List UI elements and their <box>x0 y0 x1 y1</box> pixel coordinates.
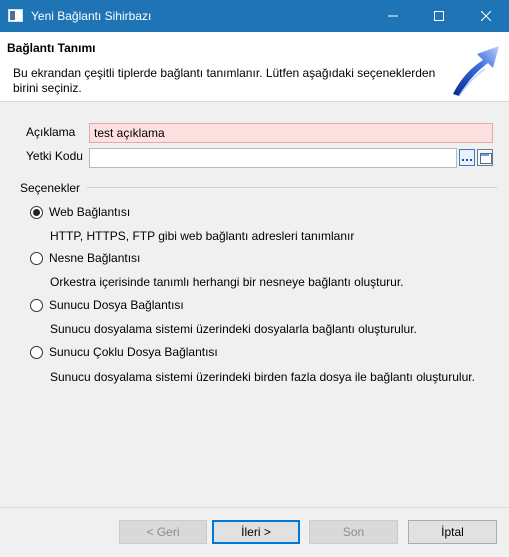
description-label: Açıklama <box>26 125 76 139</box>
cancel-button[interactable]: İptal <box>408 520 497 544</box>
option-description: HTTP, HTTPS, FTP gibi web bağlantı adres… <box>50 229 355 243</box>
radio-server-file-connection[interactable] <box>30 298 43 312</box>
next-button[interactable]: İleri > <box>212 520 300 544</box>
options-group-title: Seçenekler <box>20 181 81 195</box>
description-input[interactable] <box>89 123 493 143</box>
option-label: Sunucu Dosya Bağlantısı <box>49 298 184 312</box>
wizard-arrow-icon <box>453 46 499 97</box>
auth-code-input[interactable] <box>89 148 457 168</box>
wizard-header: Bağlantı Tanımı Bu ekrandan çeşitli tipl… <box>0 32 509 102</box>
option-label: Web Bağlantısı <box>49 205 131 219</box>
option-object-connection[interactable]: Nesne Bağlantısı <box>30 251 140 265</box>
auth-code-label: Yetki Kodu <box>26 149 83 163</box>
options-group-divider <box>87 187 497 188</box>
maximize-button[interactable] <box>416 0 462 32</box>
option-description: Sunucu dosyalama sistemi üzerindeki bird… <box>50 370 475 384</box>
back-button[interactable]: < Geri <box>119 520 207 544</box>
close-button[interactable] <box>463 0 509 32</box>
close-icon <box>481 11 491 21</box>
option-label: Sunucu Çoklu Dosya Bağlantısı <box>49 345 218 359</box>
title-bar: Yeni Bağlantı Sihirbazı <box>0 0 509 32</box>
option-description: Orkestra içerisinde tanımlı herhangi bir… <box>50 275 404 289</box>
page-title: Bağlantı Tanımı <box>7 41 96 55</box>
page-description: Bu ekrandan çeşitli tiplerde bağlantı ta… <box>13 66 436 95</box>
browse-button[interactable] <box>459 149 475 166</box>
maximize-icon <box>434 11 444 21</box>
finish-button[interactable]: Son <box>309 520 398 544</box>
radio-object-connection[interactable] <box>30 251 43 265</box>
option-server-multi-file-connection[interactable]: Sunucu Çoklu Dosya Bağlantısı <box>30 345 218 359</box>
option-web-connection[interactable]: Web Bağlantısı <box>30 205 130 219</box>
option-server-file-connection[interactable]: Sunucu Dosya Bağlantısı <box>30 298 184 312</box>
option-label: Nesne Bağlantısı <box>49 251 141 265</box>
minimize-icon <box>388 15 398 17</box>
footer-divider <box>0 507 509 508</box>
radio-server-multi-file-connection[interactable] <box>30 345 43 359</box>
radio-web-connection[interactable] <box>30 205 43 219</box>
window-title: Yeni Bağlantı Sihirbazı <box>31 9 152 23</box>
table-select-button[interactable] <box>477 149 493 166</box>
minimize-button[interactable] <box>370 0 416 32</box>
app-window-icon <box>8 9 23 22</box>
option-description: Sunucu dosyalama sistemi üzerindeki dosy… <box>50 322 417 336</box>
